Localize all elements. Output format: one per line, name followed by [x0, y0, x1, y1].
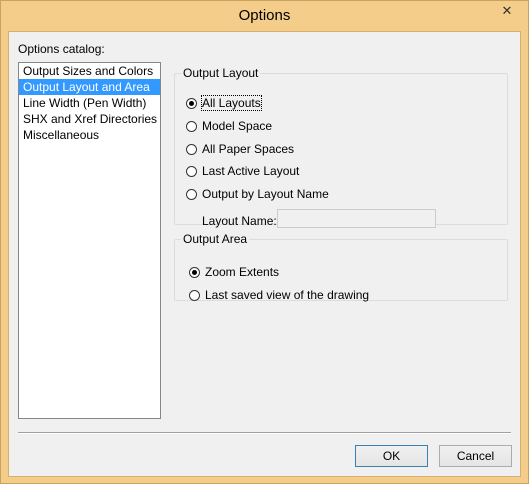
- catalog-item-shx-and-xref-directories[interactable]: SHX and Xref Directories: [19, 111, 160, 127]
- radio-all-layouts[interactable]: All Layouts: [186, 95, 262, 111]
- radio-all-layouts-label: All Layouts: [201, 95, 262, 111]
- close-icon[interactable]: ✕: [492, 1, 522, 21]
- layout-name-input: [277, 209, 436, 228]
- radio-checked-icon[interactable]: [186, 97, 197, 109]
- radio-all-paper-spaces-label: All Paper Spaces: [202, 142, 295, 156]
- radio-last-active-layout[interactable]: Last Active Layout: [186, 164, 299, 178]
- window-title: Options: [238, 7, 291, 24]
- output-layout-group: Output Layout All Layouts Model Space Al…: [174, 66, 508, 228]
- button-separator: [18, 432, 511, 434]
- radio-unchecked-icon[interactable]: [186, 165, 197, 177]
- options-catalog-label: Options catalog:: [18, 42, 105, 56]
- radio-last-active-layout-label: Last Active Layout: [202, 164, 300, 178]
- radio-model-space-label: Model Space: [202, 119, 273, 133]
- radio-zoom-extents-label: Zoom Extents: [205, 265, 280, 279]
- ok-button[interactable]: OK: [355, 445, 428, 467]
- radio-checked-icon[interactable]: [189, 266, 200, 278]
- layout-name-label: Layout Name:: [202, 214, 277, 228]
- catalog-item-line-width[interactable]: Line Width (Pen Width): [19, 95, 160, 111]
- radio-last-saved-view-label: Last saved view of the drawing: [205, 288, 370, 302]
- radio-output-by-layout-name-label: Output by Layout Name: [202, 187, 329, 201]
- radio-all-paper-spaces[interactable]: All Paper Spaces: [186, 142, 294, 156]
- options-catalog-list[interactable]: Output Sizes and Colors Output Layout an…: [18, 62, 161, 419]
- output-area-group: Output Area Zoom Extents Last saved view…: [174, 232, 508, 302]
- radio-model-space[interactable]: Model Space: [186, 119, 272, 133]
- output-layout-legend: Output Layout: [183, 66, 259, 80]
- cancel-button[interactable]: Cancel: [439, 445, 512, 467]
- options-dialog: Options ✕ Options catalog: Output Sizes …: [0, 0, 529, 484]
- radio-last-saved-view[interactable]: Last saved view of the drawing: [189, 288, 369, 302]
- radio-unchecked-icon[interactable]: [189, 289, 200, 301]
- radio-unchecked-icon[interactable]: [186, 188, 197, 200]
- dialog-client-area: Options catalog: Output Sizes and Colors…: [8, 31, 521, 477]
- radio-output-by-layout-name[interactable]: Output by Layout Name: [186, 187, 329, 201]
- radio-zoom-extents[interactable]: Zoom Extents: [189, 265, 279, 279]
- output-area-legend: Output Area: [183, 232, 248, 246]
- catalog-item-miscellaneous[interactable]: Miscellaneous: [19, 127, 160, 143]
- catalog-item-output-sizes-and-colors[interactable]: Output Sizes and Colors: [19, 63, 160, 79]
- radio-unchecked-icon[interactable]: [186, 120, 197, 132]
- title-bar[interactable]: Options ✕: [1, 1, 528, 31]
- radio-unchecked-icon[interactable]: [186, 143, 197, 155]
- catalog-item-output-layout-and-area[interactable]: Output Layout and Area: [19, 79, 160, 95]
